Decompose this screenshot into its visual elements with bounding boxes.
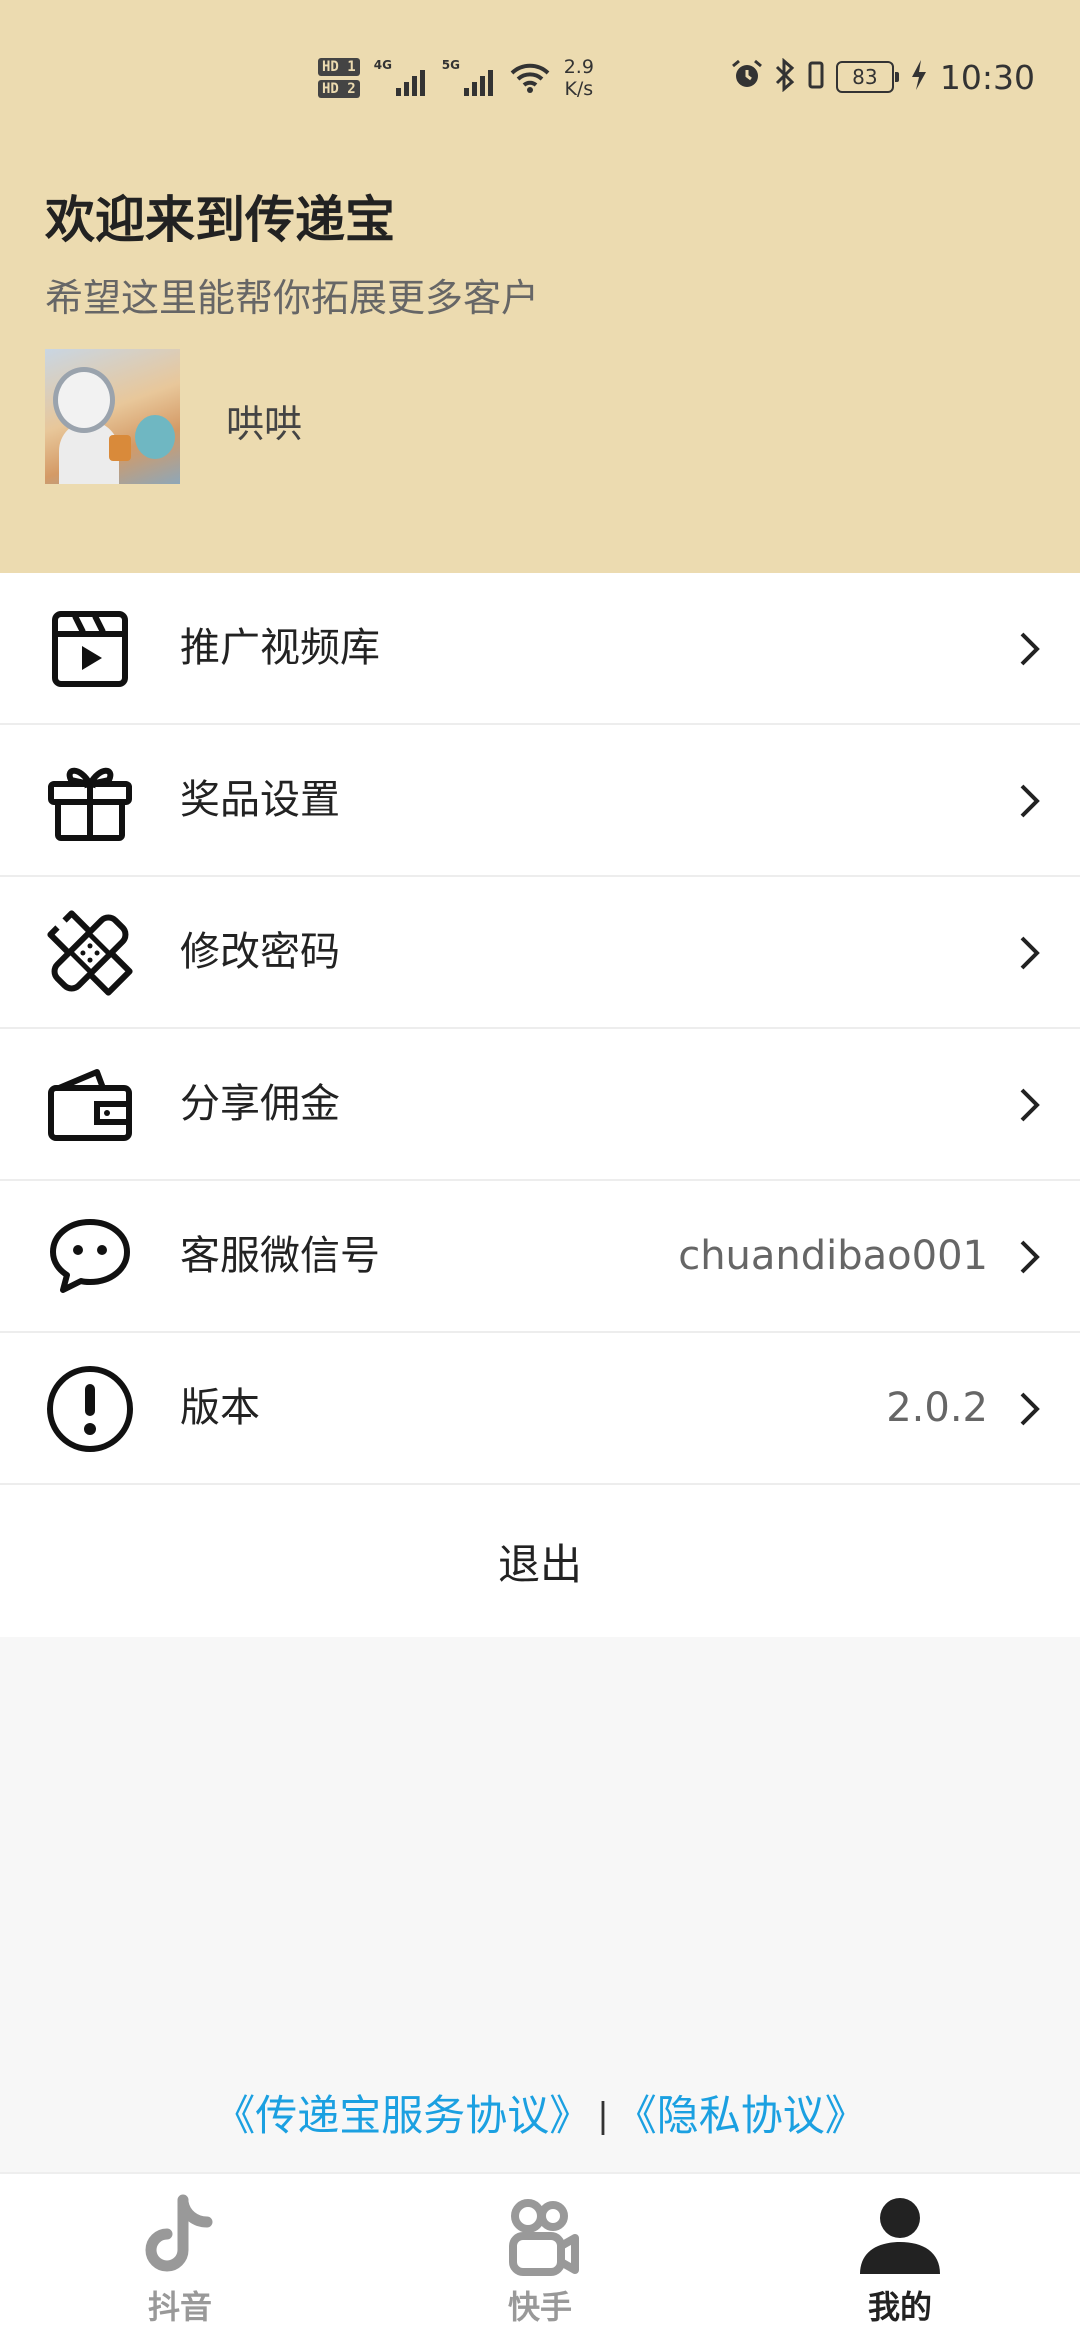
exclamation-circle-icon — [45, 1364, 135, 1454]
clock: 10:30 — [939, 57, 1035, 97]
wifi-icon — [510, 62, 550, 94]
menu-item-version[interactable]: 版本 2.0.2 — [0, 1333, 1080, 1485]
hd2-badge: HD 2 — [318, 80, 360, 98]
menu-item-customer-service-wechat[interactable]: 客服微信号 chuandibao001 — [0, 1181, 1080, 1333]
menu-item-change-password[interactable]: 修改密码 — [0, 877, 1080, 1029]
agreement-links: 《传递宝服务协议》 | 《隐私协议》 — [0, 2088, 1080, 2144]
menu-item-video-library[interactable]: 推广视频库 — [0, 573, 1080, 725]
network-indicators: HD 1 HD 2 4G 5G 2.9 K/s — [318, 48, 594, 108]
menu-item-share-commission[interactable]: 分享佣金 — [0, 1029, 1080, 1181]
chat-bubble-icon — [45, 1212, 135, 1302]
tab-label: 抖音 — [147, 2288, 212, 2326]
profile-icon — [855, 2194, 945, 2280]
tab-kuaishou[interactable]: 快手 — [360, 2174, 720, 2342]
menu-label: 客服微信号 — [180, 1233, 380, 1279]
tab-label: 我的 — [867, 2288, 932, 2326]
menu-label: 推广视频库 — [180, 625, 380, 671]
service-agreement-link[interactable]: 《传递宝服务协议》 — [213, 2091, 591, 2140]
welcome-title: 欢迎来到传递宝 — [45, 191, 395, 249]
tab-mine[interactable]: 我的 — [720, 2174, 1080, 2342]
hd1-badge: HD 1 — [318, 58, 360, 76]
signal-5g-icon: 5G — [442, 56, 496, 100]
status-bar: HD 1 HD 2 4G 5G 2.9 K/s 83 10:30 — [0, 0, 1080, 150]
vibrate-icon — [806, 58, 826, 96]
welcome-subtitle: 希望这里能帮你拓展更多客户 — [45, 276, 540, 320]
chevron-right-icon — [1020, 784, 1040, 818]
avatar[interactable] — [45, 349, 180, 484]
wechat-id-value: chuandibao001 — [678, 1233, 988, 1279]
tab-label: 快手 — [507, 2288, 572, 2326]
signal-4g-icon: 4G — [374, 56, 428, 100]
chevron-right-icon — [1020, 1088, 1040, 1122]
settings-menu: 推广视频库 奖品设置 修改密码 分享佣金 客服微信号 chuandibao001… — [0, 573, 1080, 1637]
network-speed: 2.9 K/s — [563, 56, 594, 100]
charging-icon — [910, 58, 928, 96]
bluetooth-icon — [774, 57, 796, 96]
bottom-tab-bar: 抖音 快手 我的 — [0, 2172, 1080, 2342]
link-separator: | — [597, 2096, 609, 2136]
privacy-policy-link[interactable]: 《隐私协议》 — [615, 2091, 867, 2140]
username: 哄哄 — [226, 402, 303, 446]
chevron-right-icon — [1020, 936, 1040, 970]
gift-icon — [45, 756, 135, 846]
chevron-right-icon — [1020, 1392, 1040, 1426]
logout-button[interactable]: 退出 — [0, 1485, 1080, 1637]
battery-level: 83 — [835, 61, 899, 93]
menu-label: 修改密码 — [180, 929, 340, 975]
chevron-right-icon — [1020, 632, 1040, 666]
douyin-icon — [135, 2194, 225, 2280]
system-indicators: 83 10:30 — [730, 52, 1035, 102]
bandage-icon — [45, 908, 135, 998]
version-value: 2.0.2 — [886, 1385, 988, 1431]
profile-header: HD 1 HD 2 4G 5G 2.9 K/s 83 10:30 欢迎来到传递宝… — [0, 0, 1080, 573]
menu-label: 分享佣金 — [180, 1081, 340, 1127]
video-library-icon — [45, 604, 135, 694]
chevron-right-icon — [1020, 1240, 1040, 1274]
menu-label: 版本 — [180, 1385, 260, 1431]
alarm-icon — [730, 58, 764, 96]
kuaishou-icon — [495, 2194, 585, 2280]
menu-item-prize-settings[interactable]: 奖品设置 — [0, 725, 1080, 877]
wallet-icon — [45, 1060, 135, 1150]
menu-label: 奖品设置 — [180, 777, 340, 823]
tab-douyin[interactable]: 抖音 — [0, 2174, 360, 2342]
